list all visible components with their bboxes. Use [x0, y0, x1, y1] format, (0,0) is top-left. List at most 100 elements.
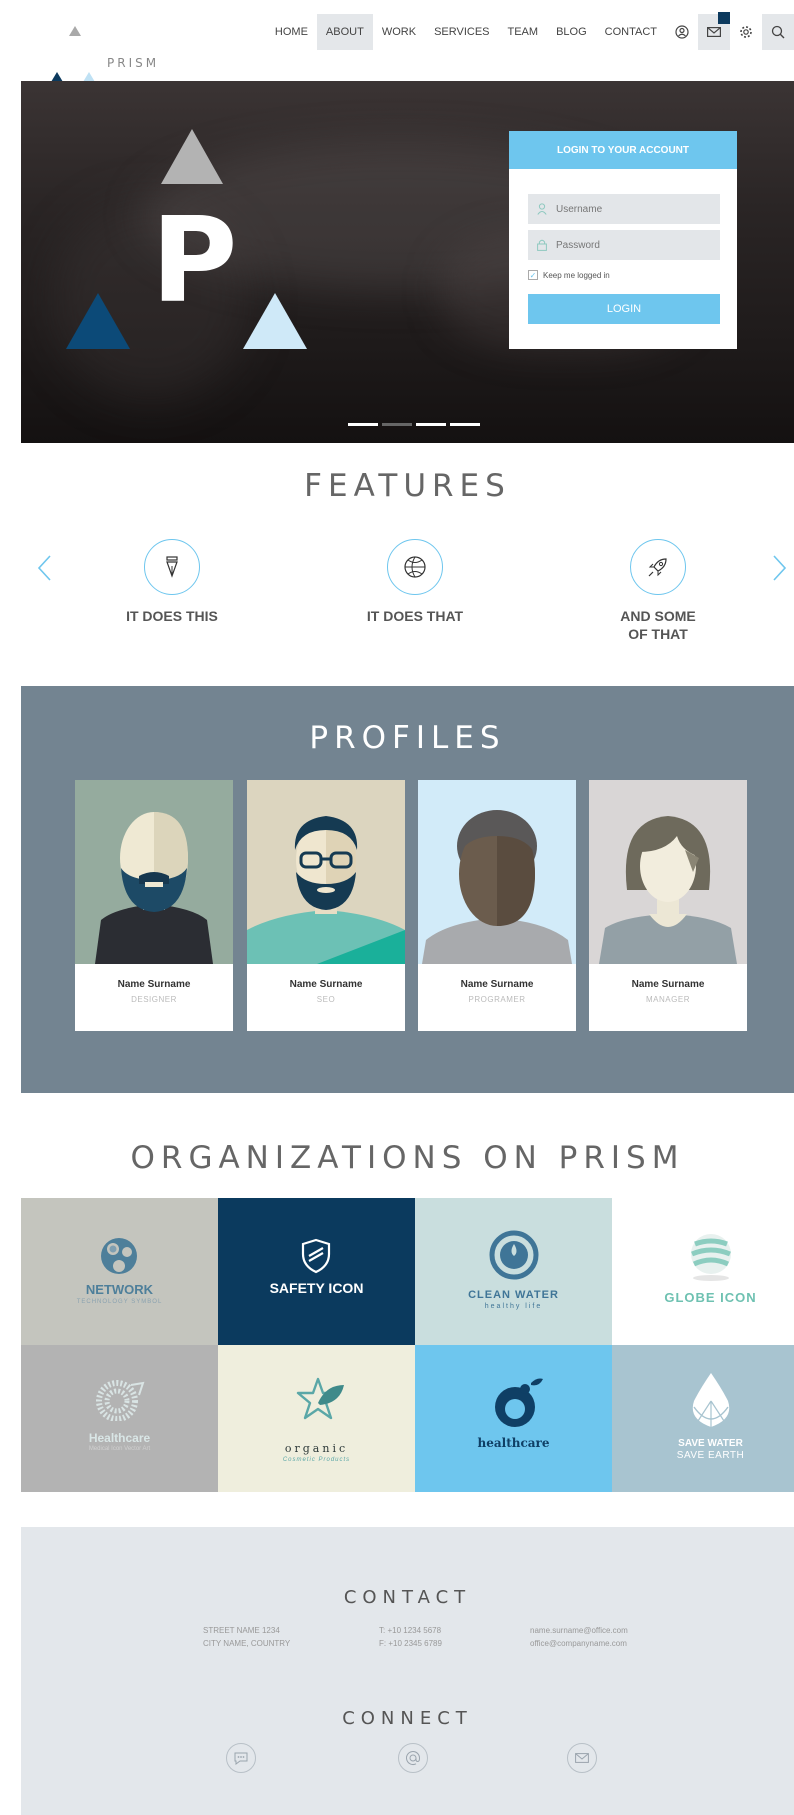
- profile-role: PROGRAMER: [468, 995, 526, 1004]
- shield-icon: [301, 1238, 331, 1274]
- feature-item: AND SOME OF THAT: [588, 539, 728, 643]
- flower-leaf-icon: [296, 1377, 344, 1420]
- hero-triangle-gray-icon: [161, 129, 223, 184]
- at-icon[interactable]: [398, 1743, 428, 1773]
- avatar: [75, 780, 233, 964]
- avatar: [589, 780, 747, 964]
- org-name: GLOBE ICON: [664, 1290, 757, 1305]
- login-title: LOGIN TO YOUR ACCOUNT: [509, 131, 737, 169]
- org-tagline: healthy life: [484, 1303, 543, 1310]
- keep-logged-in-label: Keep me logged in: [543, 270, 610, 280]
- chat-icon[interactable]: [226, 1743, 256, 1773]
- profile-name: Name Surname: [460, 979, 534, 990]
- nav-team[interactable]: TEAM: [499, 14, 548, 50]
- profile-role: SEO: [316, 995, 336, 1004]
- password-field[interactable]: Password: [528, 230, 720, 260]
- feature-item: IT DOES THIS: [102, 539, 242, 625]
- slider-dot-4[interactable]: [450, 423, 480, 426]
- phone-line[interactable]: T: +10 1234 5678: [379, 1624, 442, 1637]
- org-logo-healthcare-gray[interactable]: Healthcare Medical Icon Vector Art: [21, 1345, 218, 1492]
- avatar: [247, 780, 405, 964]
- features-prev-arrow-icon[interactable]: [35, 553, 55, 583]
- features-next-arrow-icon[interactable]: [769, 553, 789, 583]
- org-name: CLEAN WATER: [468, 1289, 559, 1301]
- profiles-title: PROFILES: [309, 720, 506, 756]
- rocket-icon: [630, 539, 686, 595]
- org-logo-globe[interactable]: GLOBE ICON: [612, 1198, 794, 1345]
- hero-triangle-navy-icon: [66, 293, 130, 349]
- network-icon: [101, 1238, 137, 1274]
- mail-icon[interactable]: [567, 1743, 597, 1773]
- address-line: STREET NAME 1234: [203, 1626, 280, 1635]
- login-button[interactable]: LOGIN: [528, 294, 720, 324]
- password-placeholder: Password: [556, 239, 600, 251]
- org-name: Healthcare: [88, 1431, 151, 1445]
- hero-logo-letter: P: [151, 191, 238, 329]
- search-icon[interactable]: [762, 14, 794, 50]
- main-nav: HOME ABOUT WORK SERVICES TEAM BLOG CONTA…: [266, 12, 794, 50]
- org-logo-clean-water[interactable]: CLEAN WATER healthy life: [415, 1198, 612, 1345]
- keep-logged-in-checkbox[interactable]: ✓: [528, 270, 538, 280]
- globe-icon: [691, 1234, 731, 1281]
- basketball-icon: [387, 539, 443, 595]
- page: PRISM HOME ABOUT WORK SERVICES TEAM BLOG…: [21, 0, 794, 1815]
- org-tagline: Medical Icon Vector Art: [88, 1446, 151, 1452]
- brand-logo[interactable]: PRISM: [33, 26, 156, 82]
- email-link[interactable]: office@companyname.com: [530, 1637, 628, 1650]
- organizations-title: ORGANIZATIONS ON PRISM: [130, 1140, 685, 1176]
- profile-role: MANAGER: [646, 995, 690, 1004]
- mail-icon[interactable]: [698, 12, 730, 50]
- profile-name: Name Surname: [289, 979, 363, 990]
- nav-about[interactable]: ABOUT: [316, 14, 373, 50]
- feature-item: IT DOES THAT: [345, 539, 485, 625]
- avatar: [418, 780, 576, 964]
- dotted-globe-icon: [96, 1380, 145, 1421]
- org-logo-safety[interactable]: SAFETY ICON: [218, 1198, 415, 1345]
- profile-card[interactable]: Name Surname PROGRAMER: [418, 780, 576, 1031]
- contact-title: CONTACT: [343, 1587, 472, 1608]
- slider-dot-2[interactable]: [382, 423, 412, 426]
- nav-home[interactable]: HOME: [266, 14, 317, 50]
- org-name: healthcare: [477, 1436, 550, 1450]
- org-logo-save-water[interactable]: SAVE WATER SAVE EARTH: [612, 1345, 794, 1492]
- lock-icon: [528, 239, 556, 251]
- user-icon[interactable]: [666, 14, 698, 50]
- username-field[interactable]: Username: [528, 194, 720, 224]
- gear-icon[interactable]: [730, 14, 762, 50]
- features-title: FEATURES: [304, 468, 511, 504]
- org-name: organic: [284, 1442, 349, 1455]
- nav-work[interactable]: WORK: [373, 14, 425, 50]
- notification-badge: [718, 12, 730, 24]
- nav-services[interactable]: SERVICES: [425, 14, 498, 50]
- profile-name: Name Surname: [117, 979, 191, 990]
- hero-slider: P LOGIN TO YOUR ACCOUNT Username Passwor…: [21, 81, 794, 443]
- feature-label: IT DOES THAT: [366, 608, 464, 624]
- org-name: NETWORK: [85, 1282, 154, 1297]
- nav-contact[interactable]: CONTACT: [596, 14, 666, 50]
- email-link[interactable]: name.surname@office.com: [530, 1624, 628, 1637]
- contact-emails: name.surname@office.com office@companyna…: [530, 1624, 628, 1650]
- connect-title: CONNECT: [342, 1708, 473, 1729]
- profile-card[interactable]: Name Surname DESIGNER: [75, 780, 233, 1031]
- feature-label: IT DOES THIS: [126, 608, 218, 624]
- profile-card[interactable]: Name Surname SEO: [247, 780, 405, 1031]
- profile-card[interactable]: Name Surname MANAGER: [589, 780, 747, 1031]
- feature-label: AND SOME OF THAT: [620, 608, 696, 642]
- address-line: CITY NAME, COUNTRY: [203, 1639, 291, 1648]
- slider-dot-1[interactable]: [348, 423, 378, 426]
- org-logo-network[interactable]: NETWORK TECHNOLOGY SYMBOL: [21, 1198, 218, 1345]
- user-icon: [528, 203, 556, 215]
- slider-dot-3[interactable]: [416, 423, 446, 426]
- profile-name: Name Surname: [631, 979, 705, 990]
- org-name: SAFETY ICON: [269, 1280, 364, 1296]
- water-drop-icon: [489, 1230, 539, 1280]
- contact-address: STREET NAME 1234 CITY NAME, COUNTRY: [203, 1624, 290, 1650]
- keep-logged-in[interactable]: ✓ Keep me logged in: [528, 270, 610, 280]
- slider-dots: [348, 423, 480, 426]
- org-logo-healthcare-blue[interactable]: healthcare: [415, 1345, 612, 1492]
- fax-line: F: +10 2345 6789: [379, 1639, 442, 1648]
- nav-blog[interactable]: BLOG: [547, 14, 596, 50]
- org-logo-organic[interactable]: organic Cosmetic Products: [218, 1345, 415, 1492]
- person-circle-icon: [495, 1378, 543, 1427]
- org-tagline: Cosmetic Products: [282, 1457, 351, 1463]
